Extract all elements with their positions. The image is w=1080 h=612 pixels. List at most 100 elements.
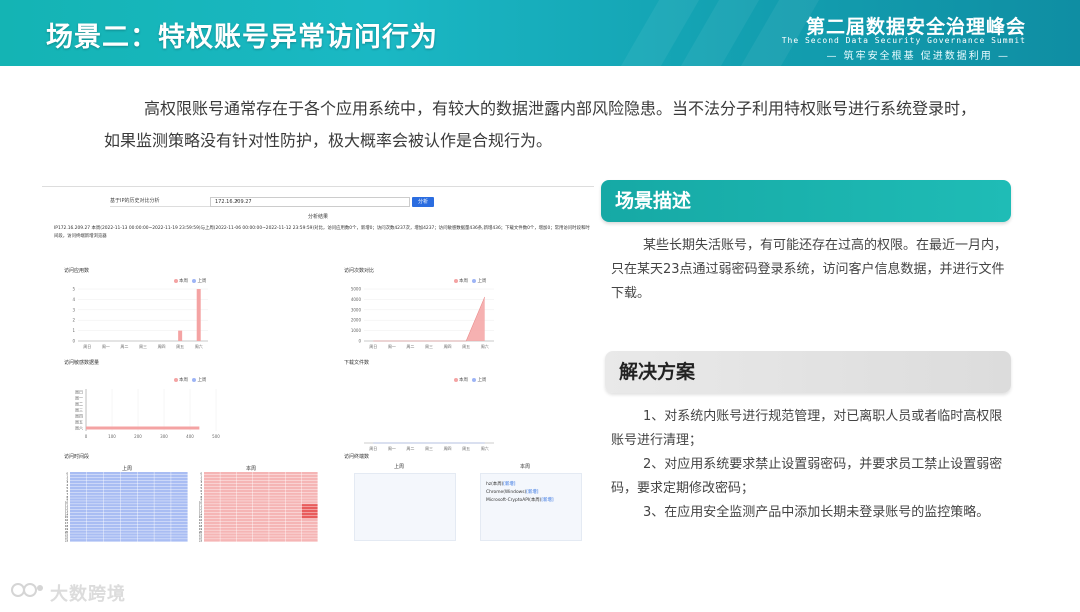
heat-cell (171, 498, 188, 501)
heat-cell (70, 504, 87, 507)
heat-cell (252, 492, 269, 495)
y-tick-label: 周一 (75, 395, 83, 401)
y-tick-label: 2 (72, 318, 75, 323)
heat-cell (252, 539, 269, 542)
heat-cell (220, 483, 237, 487)
heat-cell (86, 536, 104, 539)
heat-cell (269, 536, 286, 539)
heat-cell (285, 472, 302, 475)
heat-cell (154, 480, 171, 484)
heat-cell (301, 472, 318, 475)
heat-cell (236, 483, 253, 487)
new-badge-link[interactable]: [新增] (503, 482, 515, 487)
heat-cell (171, 524, 188, 528)
heat-cell (103, 530, 121, 533)
heat-cell (301, 486, 318, 490)
heat-cell (252, 518, 269, 522)
ip-input[interactable]: 172.16.209.27 (210, 197, 410, 207)
heat-cell (171, 536, 188, 539)
heat-cell (70, 524, 87, 528)
heat-cell (154, 507, 171, 510)
heat-cell (154, 486, 171, 490)
heat-cell (236, 512, 253, 516)
legend-dot-this-week (174, 278, 178, 283)
heat-cell (86, 521, 104, 525)
x-tick-label: 500 (212, 434, 220, 439)
legend-dot-last-week (192, 278, 197, 283)
heat-cell (120, 480, 138, 484)
heat-cell (103, 536, 121, 539)
heat-cell (269, 504, 286, 507)
heat-cell (204, 480, 220, 484)
new-badge-link[interactable]: [新增] (541, 498, 553, 503)
heat-cell (70, 533, 87, 536)
heat-cell (86, 524, 104, 528)
heat-row-label: 23 (199, 540, 203, 543)
heat-label-this-week: 本周 (246, 466, 257, 472)
chart-title-app-count: 访问应用数 (64, 268, 90, 274)
heat-cell (171, 492, 188, 495)
heat-cell (301, 477, 318, 481)
heat-cell (154, 509, 171, 513)
heat-cell (269, 472, 286, 475)
heat-cell (154, 521, 171, 525)
heat-cell (137, 539, 154, 542)
heat-cell (269, 474, 286, 478)
heat-cell (70, 474, 87, 478)
x-tick-label: 400 (186, 434, 194, 439)
heat-cell (301, 539, 318, 542)
legend-dot-last-week (472, 377, 477, 382)
heat-cell (171, 483, 188, 487)
heat-cell (220, 495, 237, 498)
heat-cell (285, 536, 302, 539)
chart-title-terminal: 访问终端数 (344, 454, 370, 460)
heat-cell (70, 489, 87, 493)
heat-cell (269, 486, 286, 490)
heat-row-label: 23 (65, 540, 69, 543)
x-tick-label: 周六 (481, 343, 489, 349)
heat-cell (301, 521, 318, 525)
heat-cell (220, 539, 237, 542)
heat-cell (137, 509, 154, 513)
y-tick-label: 0 (72, 339, 75, 344)
heat-cell (103, 489, 121, 493)
heat-cell (120, 521, 138, 525)
heat-cell (285, 483, 302, 487)
heat-cell (236, 518, 253, 522)
heat-cell (120, 504, 138, 507)
heat-cell (236, 492, 253, 495)
heat-cell (137, 533, 154, 536)
heat-cell (220, 521, 237, 525)
heat-cell (236, 530, 253, 533)
heat-cell (252, 472, 269, 475)
new-badge-link[interactable]: [新增] (526, 490, 538, 495)
bar (178, 330, 183, 341)
heat-cell (269, 539, 286, 542)
x-tick-label: 周六 (481, 445, 489, 451)
heat-cell (204, 539, 220, 542)
heat-cell (204, 521, 220, 525)
heat-cell (204, 524, 220, 528)
analyze-button[interactable]: 分析 (412, 197, 434, 207)
heat-cell (236, 509, 253, 513)
legend-label: 上周 (197, 378, 207, 383)
y-tick-label: 周六 (75, 425, 83, 431)
heat-cell (236, 507, 253, 510)
heat-cell (70, 527, 87, 530)
chart-legend: 本周 上周 (174, 377, 206, 383)
heat-cell (285, 530, 302, 533)
legend-dot-last-week (192, 377, 197, 382)
watermark-logo-icon (11, 583, 43, 597)
heat-cell (171, 539, 188, 542)
heat-cell (236, 474, 253, 478)
heat-cell (171, 472, 188, 475)
summit-english-name: The Second Data Security Governance Summ… (781, 36, 1026, 45)
heat-cell (120, 509, 138, 513)
heat-cell (154, 536, 171, 539)
heat-cell (220, 489, 237, 493)
heat-cell (137, 486, 154, 490)
heat-cell (86, 501, 104, 504)
heat-cell (220, 498, 237, 501)
browser-item: Microsoft-CryptoAPI(本周)[新增] (486, 497, 554, 503)
scene-description: 某些长期失活账号，有可能还存在过高的权限。在最近一月内，只在某天23点通过弱密码… (611, 238, 1008, 301)
